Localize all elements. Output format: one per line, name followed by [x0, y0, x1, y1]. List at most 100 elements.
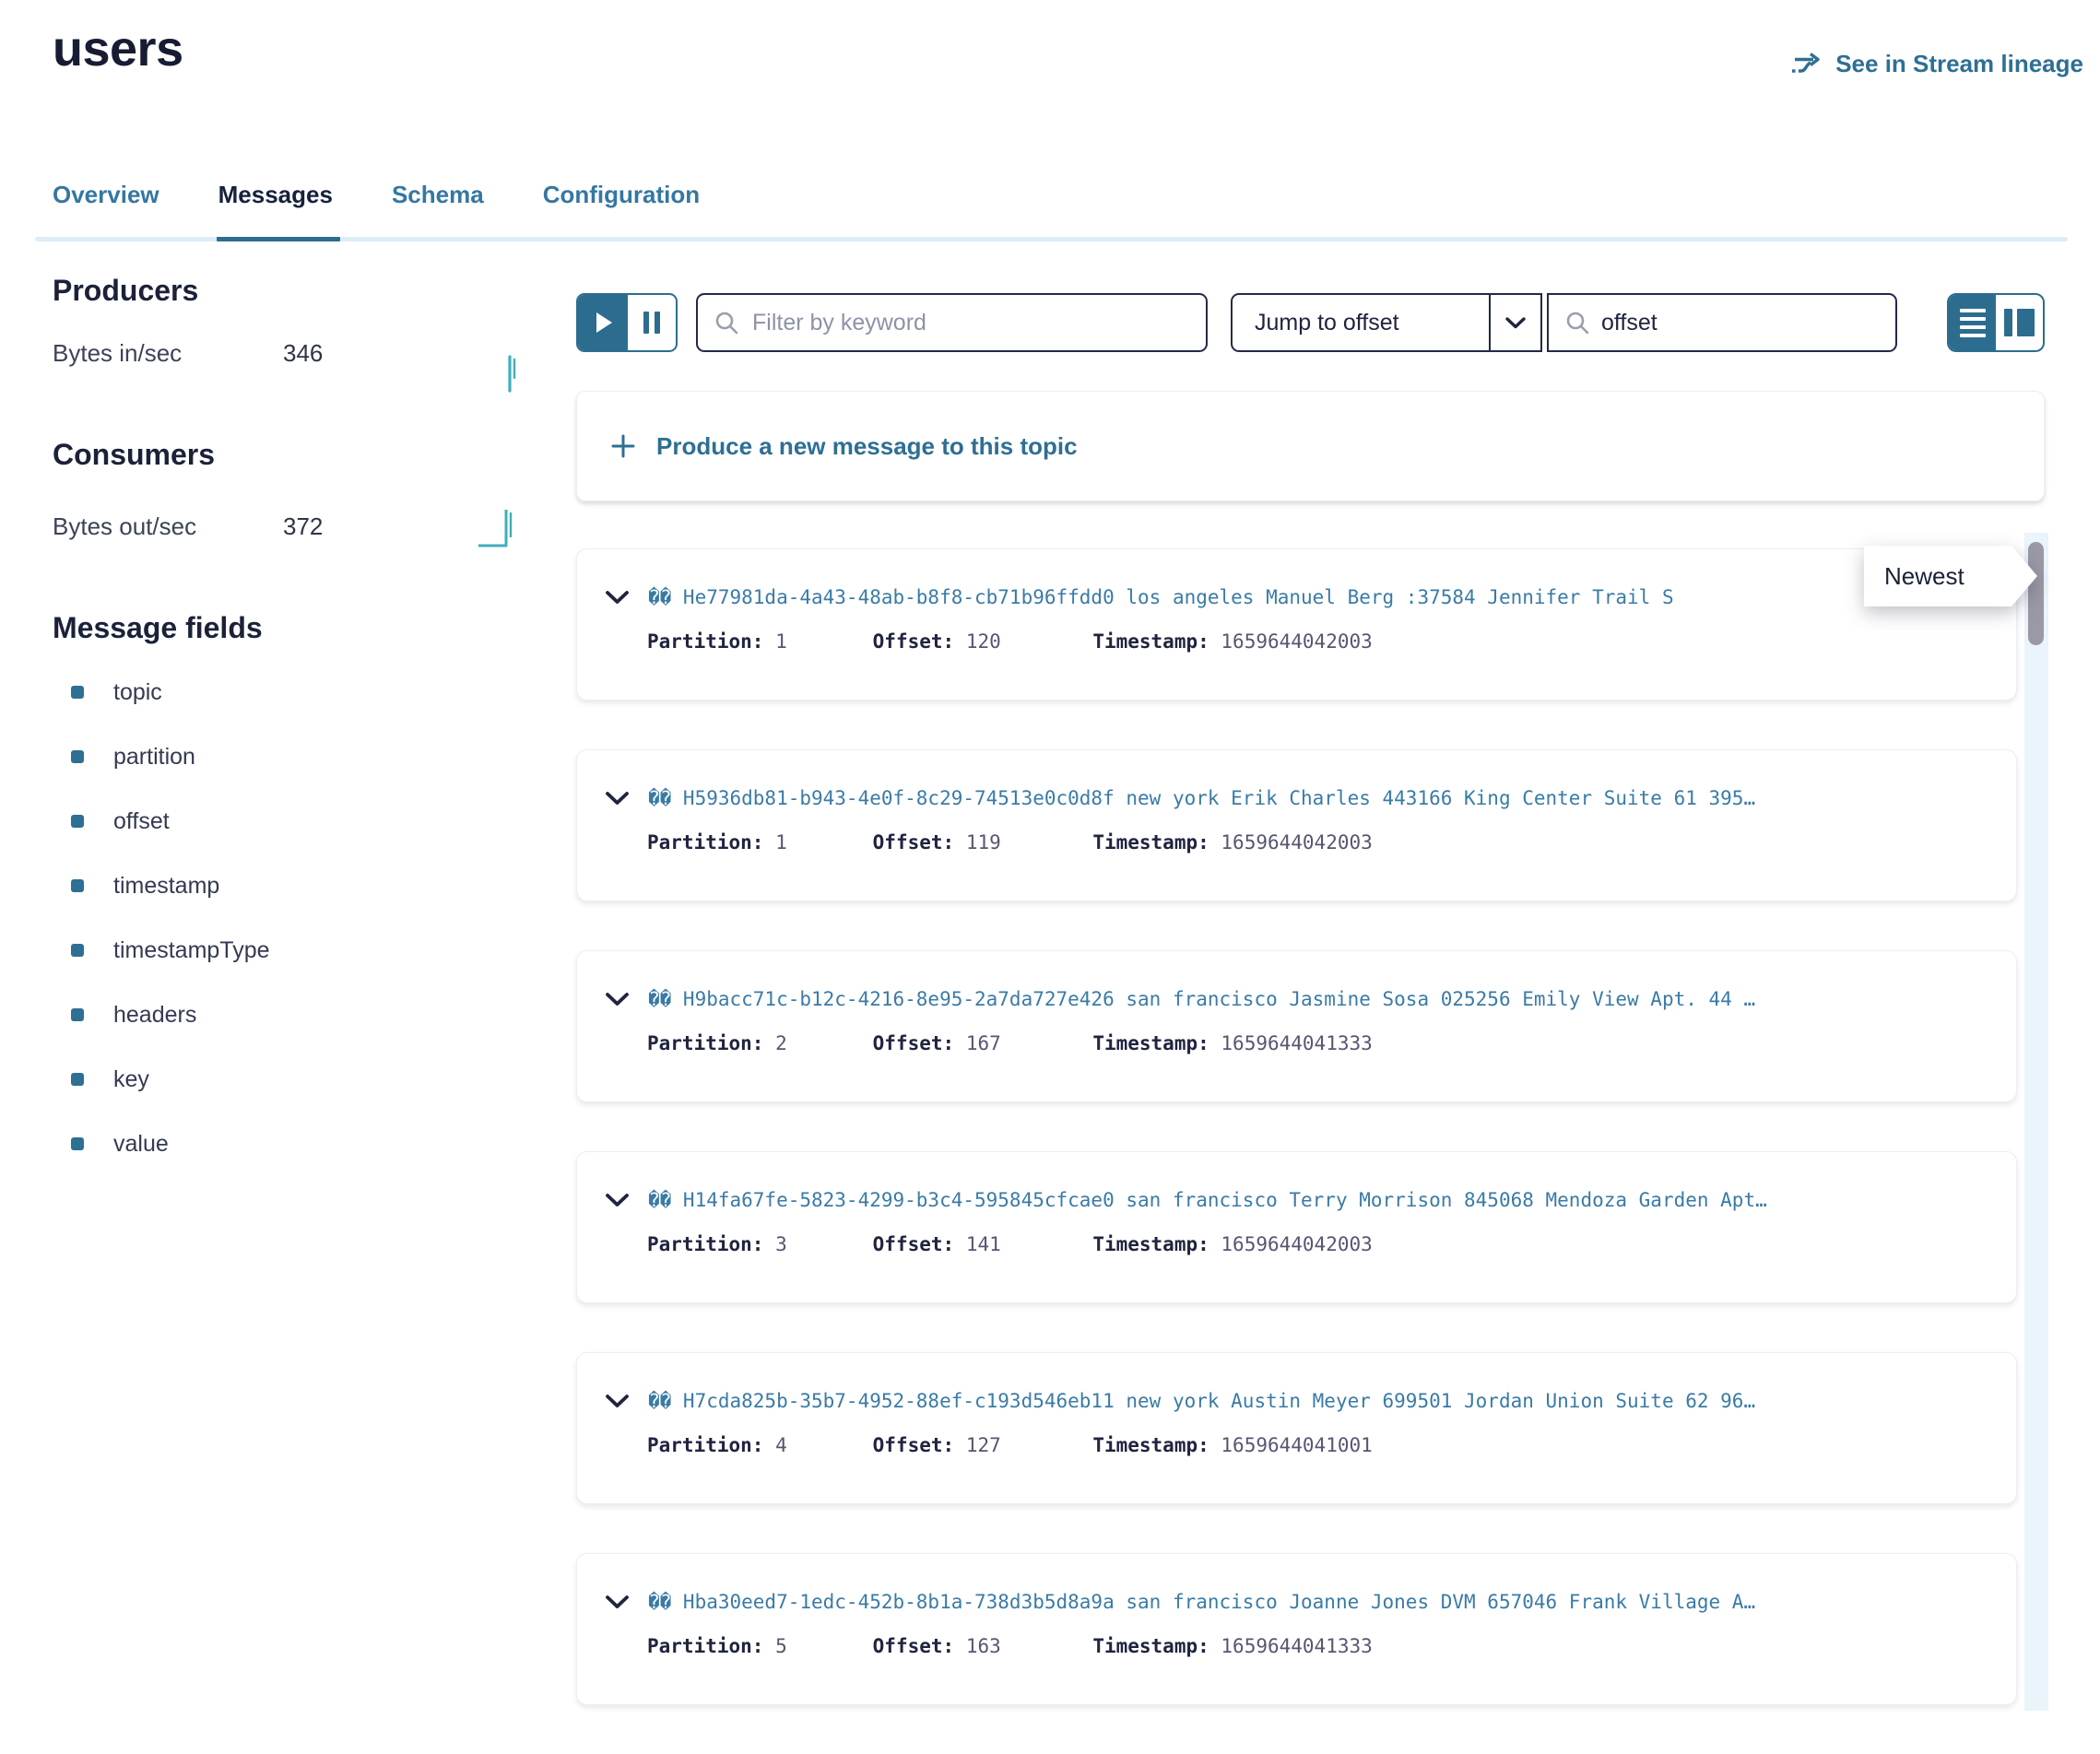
offset-label: Offset:	[873, 630, 955, 653]
partition-value: 4	[775, 1434, 787, 1456]
stream-lineage-link[interactable]: See in Stream lineage	[1791, 50, 2083, 78]
field-item-value[interactable]: value	[53, 1112, 550, 1176]
field-bullet-icon	[71, 750, 84, 763]
expand-chevron-icon[interactable]	[605, 992, 630, 1006]
messages-list: �� He77981da-4a43-48ab-b8f8-cb71b96ffdd0…	[576, 548, 2017, 1754]
pause-icon	[643, 312, 660, 334]
message-meta: Partition: 1 Offset: 119 Timestamp: 1659…	[605, 831, 1992, 853]
offset-search-box	[1547, 293, 1897, 352]
field-bullet-icon	[71, 879, 84, 892]
newest-tooltip: Newest	[1864, 546, 2037, 606]
tab-messages[interactable]: Messages	[218, 181, 333, 241]
field-label: timestamp	[113, 873, 219, 900]
field-item-timestamp[interactable]: timestamp	[53, 853, 550, 918]
message-row[interactable]: �� H9bacc71c-b12c-4216-8e95-2a7da727e426…	[576, 950, 2017, 1102]
message-key: �� H7cda825b-35b7-4952-88ef-c193d546eb11…	[648, 1390, 1992, 1412]
field-label: value	[113, 1131, 169, 1158]
message-row[interactable]: �� He77981da-4a43-48ab-b8f8-cb71b96ffdd0…	[576, 548, 2017, 700]
play-button[interactable]	[578, 295, 628, 350]
message-key: �� H14fa67fe-5823-4299-b3c4-595845cfcae0…	[648, 1189, 1992, 1211]
field-item-topic[interactable]: topic	[53, 660, 550, 724]
bytes-out-sparkline	[477, 503, 519, 549]
timestamp-label: Timestamp:	[1092, 630, 1209, 653]
message-key: �� He77981da-4a43-48ab-b8f8-cb71b96ffdd0…	[648, 586, 1992, 608]
message-key: �� Hba30eed7-1edc-452b-8b1a-738d3b5d8a9a…	[648, 1591, 1992, 1613]
jump-to-select[interactable]: Jump to offset	[1231, 293, 1542, 352]
bytes-in-metric: Bytes in/sec 346	[53, 339, 550, 367]
partition-value: 1	[775, 630, 787, 653]
newest-tooltip-label: Newest	[1884, 562, 1964, 591]
field-label: partition	[113, 744, 195, 771]
expand-chevron-icon[interactable]	[605, 1193, 630, 1207]
offset-input[interactable]	[1601, 310, 1898, 336]
partition-label: Partition:	[647, 1233, 763, 1255]
timestamp-value: 1659644041333	[1221, 1032, 1372, 1054]
offset-value: 119	[966, 831, 1001, 853]
expand-chevron-icon[interactable]	[605, 590, 630, 605]
stream-lineage-icon	[1791, 51, 1824, 78]
field-label: key	[113, 1066, 149, 1093]
play-pause-toggle	[576, 293, 678, 352]
jump-to-select-value: Jump to offset	[1233, 295, 1489, 350]
tab-configuration[interactable]: Configuration	[543, 181, 700, 241]
offset-label: Offset:	[873, 1233, 955, 1255]
field-item-partition[interactable]: partition	[53, 724, 550, 789]
field-bullet-icon	[71, 1008, 84, 1021]
offset-label: Offset:	[873, 1635, 955, 1657]
play-icon	[596, 312, 612, 333]
list-view-icon	[1960, 309, 1986, 337]
tab-schema[interactable]: Schema	[392, 181, 484, 241]
produce-message-label: Produce a new message to this topic	[656, 432, 1078, 461]
message-meta: Partition: 4 Offset: 127 Timestamp: 1659…	[605, 1434, 1992, 1456]
expand-chevron-icon[interactable]	[605, 1394, 630, 1408]
offset-value: 120	[966, 630, 1001, 653]
stream-lineage-label: See in Stream lineage	[1835, 50, 2083, 78]
view-mode-toggle	[1947, 293, 2045, 352]
filter-keyword-input[interactable]	[752, 310, 1189, 336]
consumers-heading: Consumers	[53, 437, 550, 472]
search-icon	[714, 311, 739, 335]
produce-message-button[interactable]: Produce a new message to this topic	[576, 391, 2045, 501]
partition-value: 5	[775, 1635, 787, 1657]
partition-value: 2	[775, 1032, 787, 1054]
bytes-out-value: 372	[283, 512, 323, 540]
message-row[interactable]: �� H5936db81-b943-4e0f-8c29-74513e0c0d8f…	[576, 749, 2017, 901]
field-item-timestamptype[interactable]: timestampType	[53, 918, 550, 983]
message-row[interactable]: �� H7cda825b-35b7-4952-88ef-c193d546eb11…	[576, 1352, 2017, 1504]
field-item-headers[interactable]: headers	[53, 983, 550, 1047]
timestamp-value: 1659644042003	[1221, 630, 1372, 653]
message-meta: Partition: 3 Offset: 141 Timestamp: 1659…	[605, 1233, 1992, 1255]
split-view-button[interactable]	[1996, 295, 2043, 350]
message-key: �� H9bacc71c-b12c-4216-8e95-2a7da727e426…	[648, 988, 1992, 1010]
producers-heading: Producers	[53, 273, 550, 308]
tab-overview[interactable]: Overview	[53, 181, 159, 241]
scrollbar-track[interactable]	[2024, 533, 2048, 1711]
timestamp-label: Timestamp:	[1092, 831, 1209, 853]
field-bullet-icon	[71, 686, 84, 699]
bytes-in-label: Bytes in/sec	[53, 339, 283, 367]
message-meta: Partition: 2 Offset: 167 Timestamp: 1659…	[605, 1032, 1992, 1054]
field-item-offset[interactable]: offset	[53, 789, 550, 853]
field-bullet-icon	[71, 1137, 84, 1150]
expand-chevron-icon[interactable]	[605, 1595, 630, 1609]
pause-button[interactable]	[628, 295, 676, 350]
messages-toolbar: Jump to offset	[576, 293, 2045, 352]
field-bullet-icon	[71, 944, 84, 957]
message-row[interactable]: �� Hba30eed7-1edc-452b-8b1a-738d3b5d8a9a…	[576, 1553, 2017, 1705]
field-label: topic	[113, 679, 162, 706]
plus-icon	[610, 433, 636, 459]
filter-search-box	[696, 293, 1208, 352]
field-item-key[interactable]: key	[53, 1047, 550, 1112]
chevron-down-icon	[1489, 295, 1540, 350]
field-bullet-icon	[71, 815, 84, 828]
timestamp-label: Timestamp:	[1092, 1233, 1209, 1255]
message-fields-heading: Message fields	[53, 610, 550, 645]
offset-label: Offset:	[873, 1032, 955, 1054]
offset-value: 141	[966, 1233, 1001, 1255]
expand-chevron-icon[interactable]	[605, 791, 630, 806]
partition-label: Partition:	[647, 831, 763, 853]
message-row[interactable]: �� H14fa67fe-5823-4299-b3c4-595845cfcae0…	[576, 1151, 2017, 1303]
list-view-button[interactable]	[1949, 295, 1996, 350]
search-icon	[1565, 311, 1590, 335]
timestamp-label: Timestamp:	[1092, 1032, 1209, 1054]
